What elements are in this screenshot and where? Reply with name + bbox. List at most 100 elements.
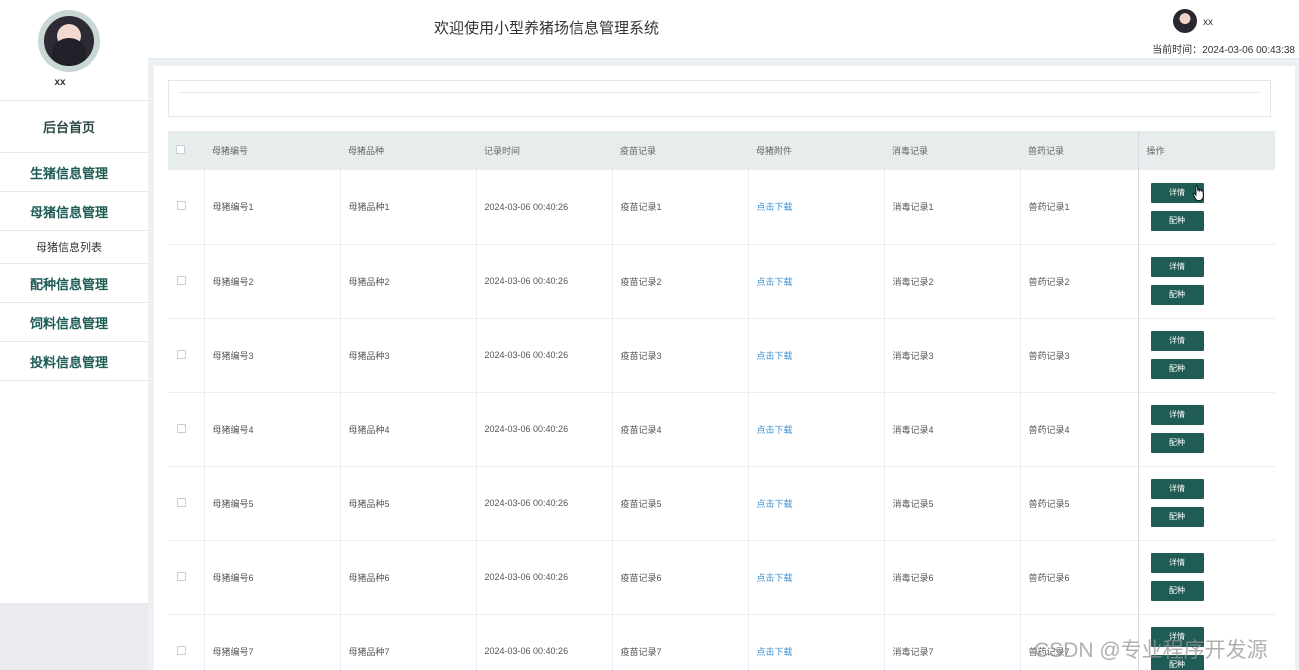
download-link[interactable]: 点击下载	[747, 170, 884, 244]
breed-button[interactable]: 配种	[1150, 359, 1204, 379]
breed-button[interactable]: 配种	[1150, 285, 1204, 305]
detail-button[interactable]: 详情	[1150, 479, 1204, 499]
detail-button[interactable]: 详情	[1150, 553, 1204, 573]
row-checkbox[interactable]	[177, 645, 186, 655]
cell-vaccine: 疫苗记录7	[611, 614, 748, 670]
cell-disinfect: 消毒记录5	[883, 466, 1020, 540]
download-link[interactable]: 点击下载	[747, 392, 884, 466]
actions-cell: 详情 配种	[1137, 540, 1275, 614]
cell-time: 2024-03-06 00:40:26	[475, 244, 612, 318]
cell-sow-no: 母猪编号4	[203, 392, 340, 466]
actions-cell: 详情 配种	[1137, 392, 1275, 466]
cell-drug: 兽药记录5	[1019, 466, 1138, 540]
sidebar-username: xx	[54, 77, 66, 88]
row-select-cell	[168, 244, 204, 318]
sidebar: xx 后台首页 生猪信息管理 母猪信息管理 母猪信息列表 配种信息管理 饲料信息…	[0, 0, 148, 670]
breed-button[interactable]: 配种	[1150, 581, 1204, 601]
cell-vaccine: 疫苗记录3	[611, 318, 748, 392]
sow-table-wrap: 母猪编号 母猪品种 记录时间 疫苗记录 母猪附件 消毒记录 兽药记录 操作 母猪…	[168, 131, 1275, 670]
row-checkbox[interactable]	[177, 349, 186, 359]
top-header: 欢迎使用小型养猪场信息管理系统 xx 当前时间：2024-03-06 00:43…	[148, 0, 1299, 60]
column-header: 疫苗记录	[620, 146, 657, 156]
row-checkbox[interactable]	[177, 275, 186, 285]
table-row: 母猪编号2 母猪品种2 2024-03-06 00:40:26 疫苗记录2 点击…	[168, 244, 1275, 318]
cell-breed: 母猪品种5	[339, 466, 476, 540]
cell-breed: 母猪品种4	[339, 392, 476, 466]
sidebar-avatar[interactable]	[38, 10, 100, 72]
header-avatar[interactable]	[1173, 9, 1197, 33]
table-row: 母猪编号3 母猪品种3 2024-03-06 00:40:26 疫苗记录3 点击…	[168, 318, 1275, 392]
cell-drug: 兽药记录6	[1019, 540, 1138, 614]
row-checkbox[interactable]	[177, 201, 186, 211]
sidebar-divider	[0, 380, 148, 381]
cell-sow-no: 母猪编号3	[203, 318, 340, 392]
column-header: 母猪编号	[212, 146, 249, 156]
sidebar-item-home[interactable]: 后台首页	[0, 100, 148, 152]
table-row: 母猪编号4 母猪品种4 2024-03-06 00:40:26 疫苗记录4 点击…	[168, 392, 1275, 466]
row-select-cell	[168, 540, 204, 614]
cell-vaccine: 疫苗记录5	[611, 466, 748, 540]
download-link[interactable]: 点击下载	[747, 244, 884, 318]
page-title: 欢迎使用小型养猪场信息管理系统	[434, 20, 660, 37]
sidebar-item-feed[interactable]: 饲料信息管理	[0, 302, 148, 341]
row-checkbox[interactable]	[177, 423, 186, 433]
cell-drug: 兽药记录3	[1019, 318, 1138, 392]
cell-time: 2024-03-06 00:40:26	[475, 392, 612, 466]
row-checkbox[interactable]	[177, 571, 186, 581]
sidebar-subitem-sow-list[interactable]: 母猪信息列表	[0, 230, 148, 263]
select-all-checkbox[interactable]	[176, 145, 185, 154]
row-checkbox[interactable]	[177, 497, 186, 507]
sow-table: 母猪编号 母猪品种 记录时间 疫苗记录 母猪附件 消毒记录 兽药记录 操作 母猪…	[168, 131, 1275, 670]
cell-breed: 母猪品种1	[339, 170, 476, 244]
cell-breed: 母猪品种7	[339, 614, 476, 670]
main-content: 母猪编号 母猪品种 记录时间 疫苗记录 母猪附件 消毒记录 兽药记录 操作 母猪…	[154, 66, 1295, 670]
detail-button[interactable]: 详情	[1150, 405, 1204, 425]
cell-sow-no: 母猪编号7	[203, 614, 340, 670]
table-row: 母猪编号5 母猪品种5 2024-03-06 00:40:26 疫苗记录5 点击…	[168, 466, 1275, 540]
row-select-cell	[168, 170, 204, 244]
column-header: 操作	[1137, 131, 1275, 170]
row-select-cell	[168, 466, 204, 540]
cell-sow-no: 母猪编号6	[203, 540, 340, 614]
sidebar-item-breeding[interactable]: 配种信息管理	[0, 263, 148, 302]
download-link[interactable]: 点击下载	[747, 540, 884, 614]
column-header: 消毒记录	[892, 146, 929, 156]
header-username[interactable]: xx	[1203, 17, 1213, 28]
cell-sow-no: 母猪编号1	[203, 170, 340, 244]
download-link[interactable]: 点击下载	[747, 318, 884, 392]
actions-cell: 详情 配种	[1137, 244, 1275, 318]
cell-disinfect: 消毒记录7	[883, 614, 1020, 670]
breed-button[interactable]: 配种	[1150, 210, 1204, 231]
cell-drug: 兽药记录1	[1019, 170, 1138, 244]
select-all-cell	[168, 131, 204, 170]
row-select-cell	[168, 614, 204, 670]
detail-button[interactable]: 详情	[1150, 257, 1204, 277]
row-select-cell	[168, 392, 204, 466]
download-link[interactable]: 点击下载	[747, 614, 884, 670]
cell-disinfect: 消毒记录2	[883, 244, 1020, 318]
cell-breed: 母猪品种6	[339, 540, 476, 614]
download-link[interactable]: 点击下载	[747, 466, 884, 540]
sidebar-item-sow[interactable]: 母猪信息管理	[0, 191, 148, 230]
cell-vaccine: 疫苗记录1	[611, 170, 748, 244]
actions-cell: 详情 配种	[1137, 466, 1275, 540]
cell-disinfect: 消毒记录3	[883, 318, 1020, 392]
actions-cell: 详情 配种	[1137, 170, 1275, 244]
column-header: 母猪品种	[348, 146, 385, 156]
breed-button[interactable]: 配种	[1150, 433, 1204, 453]
breed-button[interactable]: 配种	[1150, 507, 1204, 527]
cell-breed: 母猪品种2	[339, 244, 476, 318]
hand-cursor-icon	[1192, 185, 1204, 201]
cell-time: 2024-03-06 00:40:26	[475, 540, 612, 614]
sidebar-item-feeding[interactable]: 投料信息管理	[0, 341, 148, 380]
cell-drug: 兽药记录4	[1019, 392, 1138, 466]
column-header: 母猪附件	[756, 146, 793, 156]
detail-button[interactable]: 详情	[1150, 331, 1204, 351]
table-header-row: 母猪编号 母猪品种 记录时间 疫苗记录 母猪附件 消毒记录 兽药记录 操作	[168, 131, 1275, 170]
cell-disinfect: 消毒记录6	[883, 540, 1020, 614]
cell-breed: 母猪品种3	[339, 318, 476, 392]
search-panel	[168, 80, 1271, 117]
cell-vaccine: 疫苗记录2	[611, 244, 748, 318]
sidebar-item-live-pig[interactable]: 生猪信息管理	[0, 152, 148, 191]
search-panel-divider	[179, 92, 1260, 93]
